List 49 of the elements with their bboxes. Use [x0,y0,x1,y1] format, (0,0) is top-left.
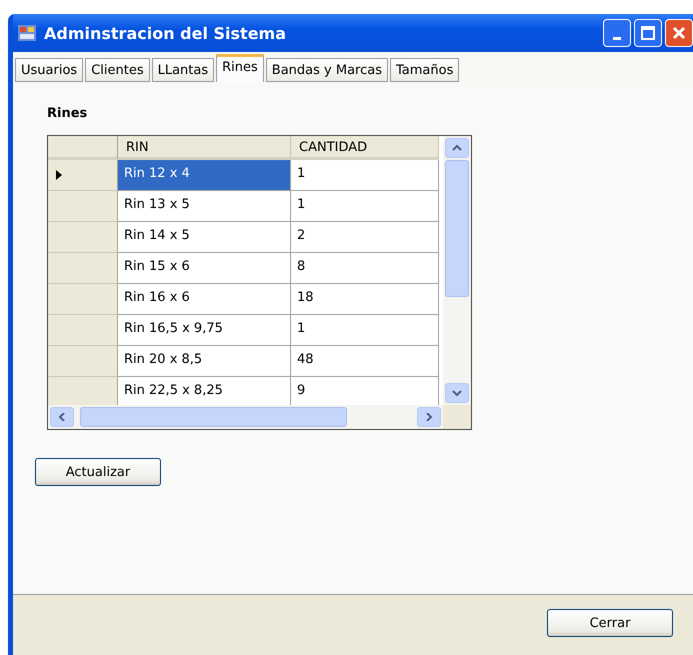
scroll-down-icon [452,389,462,397]
minimize-button[interactable] [603,19,631,47]
table-cell: Rin 15 x 6 [118,253,291,284]
table-cell: 18 [291,284,439,315]
table-cell: Rin 20 x 8,5 [118,346,291,377]
close-icon [672,26,686,40]
app-icon [18,25,36,41]
scrollbar-corner [443,405,471,429]
table-cell: Rin 13 x 5 [118,191,291,222]
section-title: Rines [47,106,88,121]
table-cell: Rin 12 x 4 [118,160,291,191]
table-cell: Rin 16,5 x 9,75 [118,315,291,346]
table-cell: 8 [291,253,439,284]
row-header[interactable] [48,253,118,284]
close-button[interactable] [665,19,693,47]
row-header[interactable] [48,191,118,222]
table-cell: 2 [291,222,439,253]
table-cell: Rin 14 x 5 [118,222,291,253]
column-header[interactable]: RIN [118,136,291,160]
tab[interactable]: LLantas [152,58,214,82]
vertical-scrollbar[interactable] [443,136,471,405]
table-cell: Rin 16 x 6 [118,284,291,315]
maximize-button[interactable] [634,19,662,47]
tab[interactable]: Bandas y Marcas [266,58,388,82]
row-header[interactable] [48,284,118,315]
row-header[interactable] [48,222,118,253]
tab[interactable]: Clientes [85,58,150,82]
horizontal-scrollbar[interactable] [48,405,443,429]
refresh-button[interactable]: Actualizar [35,458,161,486]
current-row-icon [56,170,62,180]
window-title: Adminstracion del Sistema [44,24,288,42]
table-cell: 1 [291,191,439,222]
row-header[interactable] [48,160,118,191]
row-header[interactable] [48,315,118,346]
minimize-icon [613,36,621,40]
maximize-icon [641,26,655,40]
tab[interactable]: Tamaños [390,58,460,82]
column-header[interactable]: CANTIDAD [291,136,439,160]
table-cell: 1 [291,315,439,346]
scroll-right-icon [424,413,434,421]
row-header[interactable] [48,346,118,377]
tab[interactable]: Usuarios [15,58,84,82]
scroll-up-icon [452,144,462,152]
tab[interactable]: Rines [216,54,264,82]
row-header[interactable] [48,377,118,405]
table-cell: 1 [291,160,439,191]
table-cell: 48 [291,346,439,377]
close-dialog-button[interactable]: Cerrar [547,609,673,637]
scroll-left-icon [57,413,67,421]
